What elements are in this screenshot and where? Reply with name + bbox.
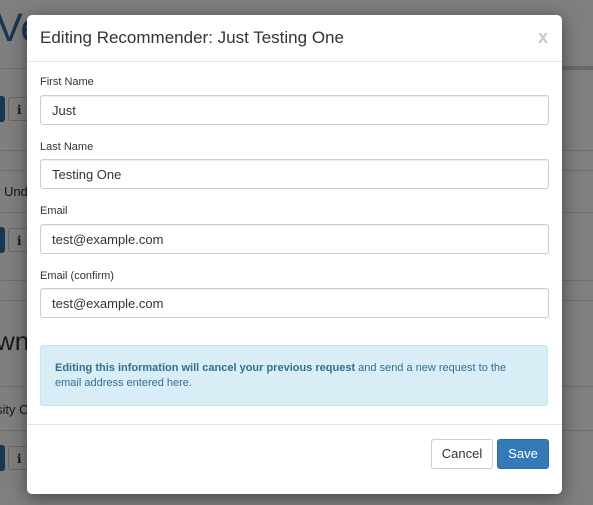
first-name-label: First Name bbox=[40, 76, 94, 88]
last-name-field[interactable] bbox=[40, 159, 549, 189]
email-field[interactable] bbox=[40, 224, 549, 254]
modal-header: Editing Recommender: Just Testing One x bbox=[27, 15, 562, 62]
save-button[interactable]: Save bbox=[497, 439, 549, 469]
last-name-label: Last Name bbox=[40, 141, 94, 153]
modal-title: Editing Recommender: Just Testing One bbox=[40, 28, 344, 47]
edit-recommender-modal: Editing Recommender: Just Testing One x … bbox=[27, 15, 562, 494]
modal-footer-divider bbox=[27, 424, 562, 425]
email-confirm-label: Email (confirm) bbox=[40, 270, 114, 282]
close-icon[interactable]: x bbox=[538, 27, 548, 48]
email-confirm-field[interactable] bbox=[40, 288, 549, 318]
first-name-field[interactable] bbox=[40, 95, 549, 125]
alert-bold-text: Editing this information will cancel you… bbox=[55, 362, 356, 374]
info-alert: Editing this information will cancel you… bbox=[40, 345, 548, 406]
email-label: Email bbox=[40, 205, 68, 217]
cancel-button[interactable]: Cancel bbox=[431, 439, 493, 469]
